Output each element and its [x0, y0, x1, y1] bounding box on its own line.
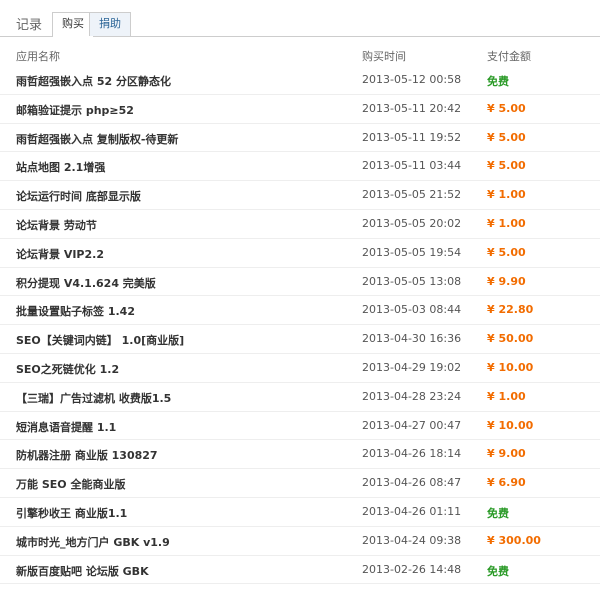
- purchase-time: 2013-05-11 03:44: [362, 159, 462, 173]
- table-row: 积分提现 V4.1.624 完美版 2013-05-05 13:08 ¥ 9.90: [0, 268, 600, 297]
- tab-bar: 记录 购买 捐助: [0, 10, 600, 37]
- app-name: 万能 SEO 全能商业版: [16, 478, 126, 492]
- app-name: SEO【关键词内链】 1.0[商业版]: [16, 334, 185, 348]
- purchase-time: 2013-05-05 21:52: [362, 188, 462, 202]
- payment-amount: ¥ 50.00: [487, 332, 534, 346]
- table-row: 引擎秒收王 商业版1.1 2013-04-26 01:11 免费: [0, 498, 600, 527]
- purchase-time: 2013-04-29 19:02: [362, 360, 462, 374]
- purchase-time: 2013-05-03 08:44: [362, 303, 462, 317]
- payment-amount: ¥ 1.00: [487, 389, 526, 403]
- payment-amount: ¥ 9.00: [487, 447, 526, 461]
- table-row: 新版百度贴吧 论坛版 GBK 2013-02-26 14:48 免费: [0, 556, 600, 585]
- app-name: 积分提现 V4.1.624 完美版: [16, 276, 156, 290]
- tab-purchase[interactable]: 购买: [52, 12, 94, 37]
- app-name: 引擎秒收王 商业版1.1: [16, 506, 128, 520]
- header-app-name: 应用名称: [16, 50, 60, 63]
- purchase-time: 2013-05-05 20:02: [362, 216, 462, 230]
- table-row: 论坛运行时间 底部显示版 2013-05-05 21:52 ¥ 1.00: [0, 181, 600, 210]
- purchase-time: 2013-05-05 13:08: [362, 274, 462, 288]
- table-row: 【三瑞】广告过滤机 收费版1.5 2013-04-28 23:24 ¥ 1.00: [0, 383, 600, 412]
- table-row: 城市时光_地方门户 GBK v1.9 2013-04-24 09:38 ¥ 300.…: [0, 527, 600, 556]
- table-row: SEO之死链优化 1.2 2013-04-29 19:02 ¥ 10.00: [0, 354, 600, 383]
- app-name: 防机器注册 商业版 130827: [16, 449, 158, 463]
- app-name: 短消息语音提醒 1.1: [16, 420, 117, 434]
- payment-amount: ¥ 9.90: [487, 274, 526, 288]
- table-row: 站点地图 2.1增强 2013-05-11 03:44 ¥ 5.00: [0, 152, 600, 182]
- purchase-time: 2013-04-26 01:11: [362, 504, 462, 518]
- purchase-time: 2013-05-05 19:54: [362, 245, 462, 259]
- purchase-time: 2013-04-28 23:24: [362, 389, 462, 403]
- purchase-time: 2013-02-26 14:48: [362, 562, 462, 576]
- app-name: 论坛背景 VIP2.2: [16, 247, 104, 261]
- tab-donate[interactable]: 捐助: [89, 12, 131, 36]
- payment-amount: ¥ 5.00: [487, 101, 526, 115]
- payment-amount: ¥ 5.00: [487, 130, 526, 144]
- app-name: 邮箱验证提示 php≥52: [16, 103, 134, 117]
- payment-amount: ¥ 22.80: [487, 303, 534, 317]
- table-header: 应用名称 购买时间 支付金额: [0, 44, 600, 68]
- app-name: SEO之死链优化 1.2: [16, 362, 120, 376]
- payment-amount: ¥ 10.00: [487, 360, 534, 374]
- payment-amount: ¥ 6.90: [487, 476, 526, 490]
- table-row: SEO【关键词内链】 1.0[商业版] 2013-04-30 16:36 ¥ 50.…: [0, 325, 600, 354]
- header-payment-amount: 支付金额: [487, 50, 531, 63]
- app-name: 雨哲超强嵌入点 52 分区静态化: [16, 75, 171, 88]
- purchase-time: 2013-05-11 19:52: [362, 130, 462, 144]
- app-name: 论坛运行时间 底部显示版: [16, 190, 141, 204]
- payment-amount: ¥ 5.00: [487, 159, 526, 173]
- table-row: 论坛背景 劳动节 2013-05-05 20:02 ¥ 1.00: [0, 210, 600, 239]
- payment-amount: ¥ 1.00: [487, 216, 526, 230]
- app-name: 批量设置贴子标签 1.42: [16, 305, 135, 319]
- payment-amount: ¥ 1.00: [487, 188, 526, 202]
- purchase-time: 2013-04-30 16:36: [362, 332, 462, 346]
- app-name: 新版百度贴吧 论坛版 GBK: [16, 564, 149, 578]
- header-purchase-time: 购买时间: [362, 50, 406, 63]
- table-row: 雨哲超强嵌入点 52 分区静态化 2013-05-12 00:58 免费: [0, 66, 600, 95]
- purchase-time: 2013-04-26 18:14: [362, 447, 462, 461]
- table-row: 雨哲超强嵌入点 复制版权-待更新 2013-05-11 19:52 ¥ 5.00: [0, 124, 600, 153]
- payment-amount: 免费: [487, 564, 509, 578]
- app-name: 城市时光_地方门户 GBK v1.9: [16, 535, 170, 549]
- table-row: 短消息语音提醒 1.1 2013-04-27 00:47 ¥ 10.00: [0, 412, 600, 441]
- app-name: 论坛背景 劳动节: [16, 218, 97, 232]
- payment-amount: ¥ 300.00: [487, 533, 541, 547]
- purchase-list: 雨哲超强嵌入点 52 分区静态化 2013-05-12 00:58 免费 邮箱验证提示…: [0, 66, 600, 585]
- table-row: 论坛背景 VIP2.2 2013-05-05 19:54 ¥ 5.00: [0, 239, 600, 268]
- tab-title: 记录: [16, 18, 43, 33]
- table-row: 万能 SEO 全能商业版 2013-04-26 08:47 ¥ 6.90: [0, 469, 600, 498]
- app-name: 站点地图 2.1增强: [16, 161, 106, 175]
- app-name: 【三瑞】广告过滤机 收费版1.5: [16, 391, 172, 405]
- table-row: 批量设置贴子标签 1.42 2013-05-03 08:44 ¥ 22.80: [0, 296, 600, 326]
- payment-amount: ¥ 5.00: [487, 245, 526, 259]
- payment-amount: 免费: [487, 506, 509, 520]
- purchase-time: 2013-05-11 20:42: [362, 101, 462, 115]
- purchase-time: 2013-04-26 08:47: [362, 476, 462, 490]
- table-row: 邮箱验证提示 php≥52 2013-05-11 20:42 ¥ 5.00: [0, 95, 600, 124]
- payment-amount: ¥ 10.00: [487, 418, 534, 432]
- payment-amount: 免费: [487, 75, 509, 88]
- app-name: 雨哲超强嵌入点 复制版权-待更新: [16, 132, 179, 146]
- table-row: 防机器注册 商业版 130827 2013-04-26 18:14 ¥ 9.00: [0, 440, 600, 470]
- purchase-time: 2013-04-27 00:47: [362, 418, 462, 432]
- purchase-time: 2013-05-12 00:58: [362, 73, 462, 86]
- purchase-time: 2013-04-24 09:38: [362, 533, 462, 547]
